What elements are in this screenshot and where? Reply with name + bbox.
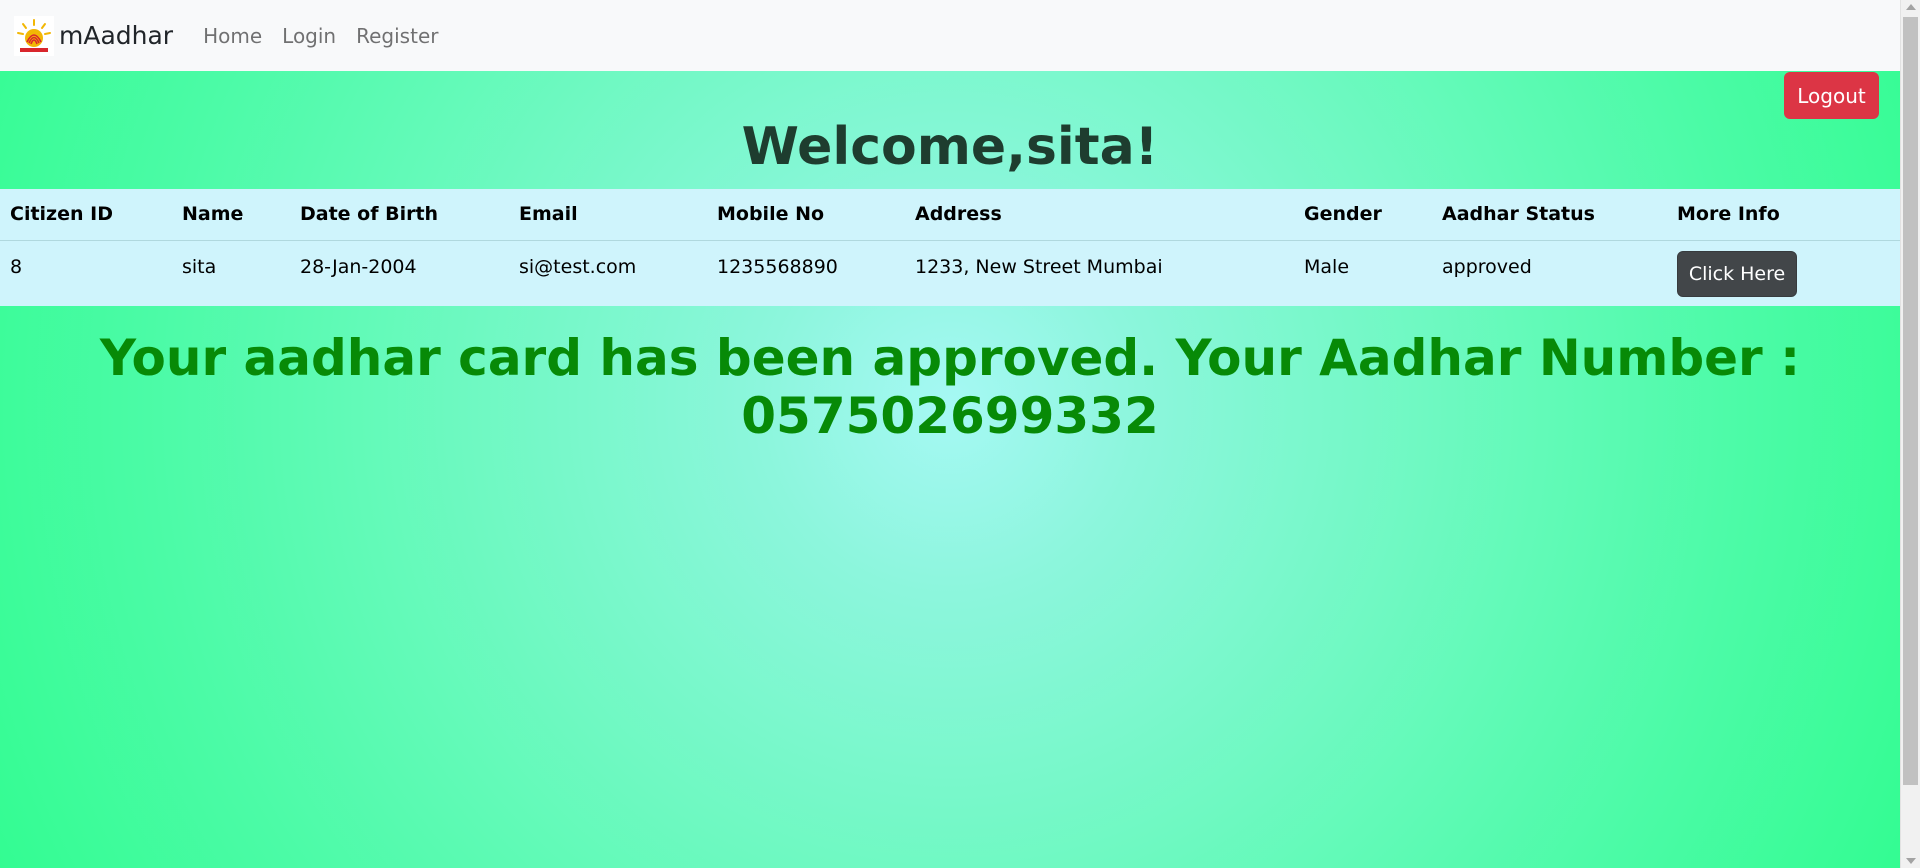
header-mobile-no: Mobile No <box>717 203 825 226</box>
header-citizen-id: Citizen ID <box>10 203 113 226</box>
header-name: Name <box>182 203 244 226</box>
nav-login-link[interactable]: Login <box>272 24 346 48</box>
brand-link[interactable]: mAadhar <box>14 15 174 56</box>
nav-home-link[interactable]: Home <box>193 24 272 48</box>
header-gender: Gender <box>1304 203 1382 226</box>
cell-email: si@test.com <box>519 255 637 278</box>
header-email: Email <box>519 203 578 226</box>
nav-register-link[interactable]: Register <box>346 24 448 48</box>
scroll-up-arrow-icon[interactable] <box>1906 4 1916 10</box>
main-content: Logout Welcome,sita! Citizen ID Name Dat… <box>0 71 1900 868</box>
top-navbar: mAadhar Home Login Register <box>0 0 1900 71</box>
cell-more-info: Click Here <box>1667 240 1900 306</box>
table-header-row: Citizen ID Name Date of Birth Email Mobi… <box>0 189 1900 240</box>
cell-aadhar-status: approved <box>1442 255 1532 278</box>
cell-date-of-birth: 28-Jan-2004 <box>300 255 417 278</box>
cell-gender: Male <box>1304 255 1350 278</box>
approval-message: Your aadhar card has been approved. Your… <box>99 329 1801 445</box>
scroll-down-arrow-icon[interactable] <box>1906 858 1916 864</box>
brand-name: mAadhar <box>59 21 174 50</box>
nav-links: Home Login Register <box>193 24 448 48</box>
welcome-heading: Welcome,sita! <box>741 117 1159 177</box>
header-date-of-birth: Date of Birth <box>300 203 439 226</box>
citizen-table-container: Citizen ID Name Date of Birth Email Mobi… <box>0 189 1900 306</box>
click-here-button[interactable]: Click Here <box>1677 250 1797 297</box>
table-row: 8 sita 28-Jan-2004 si@test.com 123556889… <box>0 240 1900 306</box>
aadhaar-logo-icon <box>14 15 54 56</box>
logout-button[interactable]: Logout <box>1784 72 1879 119</box>
cell-citizen-id: 8 <box>10 255 23 278</box>
citizen-table: Citizen ID Name Date of Birth Email Mobi… <box>0 189 1900 306</box>
cell-address: 1233, New Street Mumbai <box>915 255 1163 278</box>
header-address: Address <box>915 203 1002 226</box>
vertical-scrollbar[interactable] <box>1900 0 1920 868</box>
cell-name: sita <box>182 255 217 278</box>
scroll-thumb[interactable] <box>1903 17 1918 785</box>
header-more-info: More Info <box>1677 203 1780 226</box>
header-aadhar-status: Aadhar Status <box>1442 203 1595 226</box>
cell-mobile-no: 1235568890 <box>717 255 838 278</box>
